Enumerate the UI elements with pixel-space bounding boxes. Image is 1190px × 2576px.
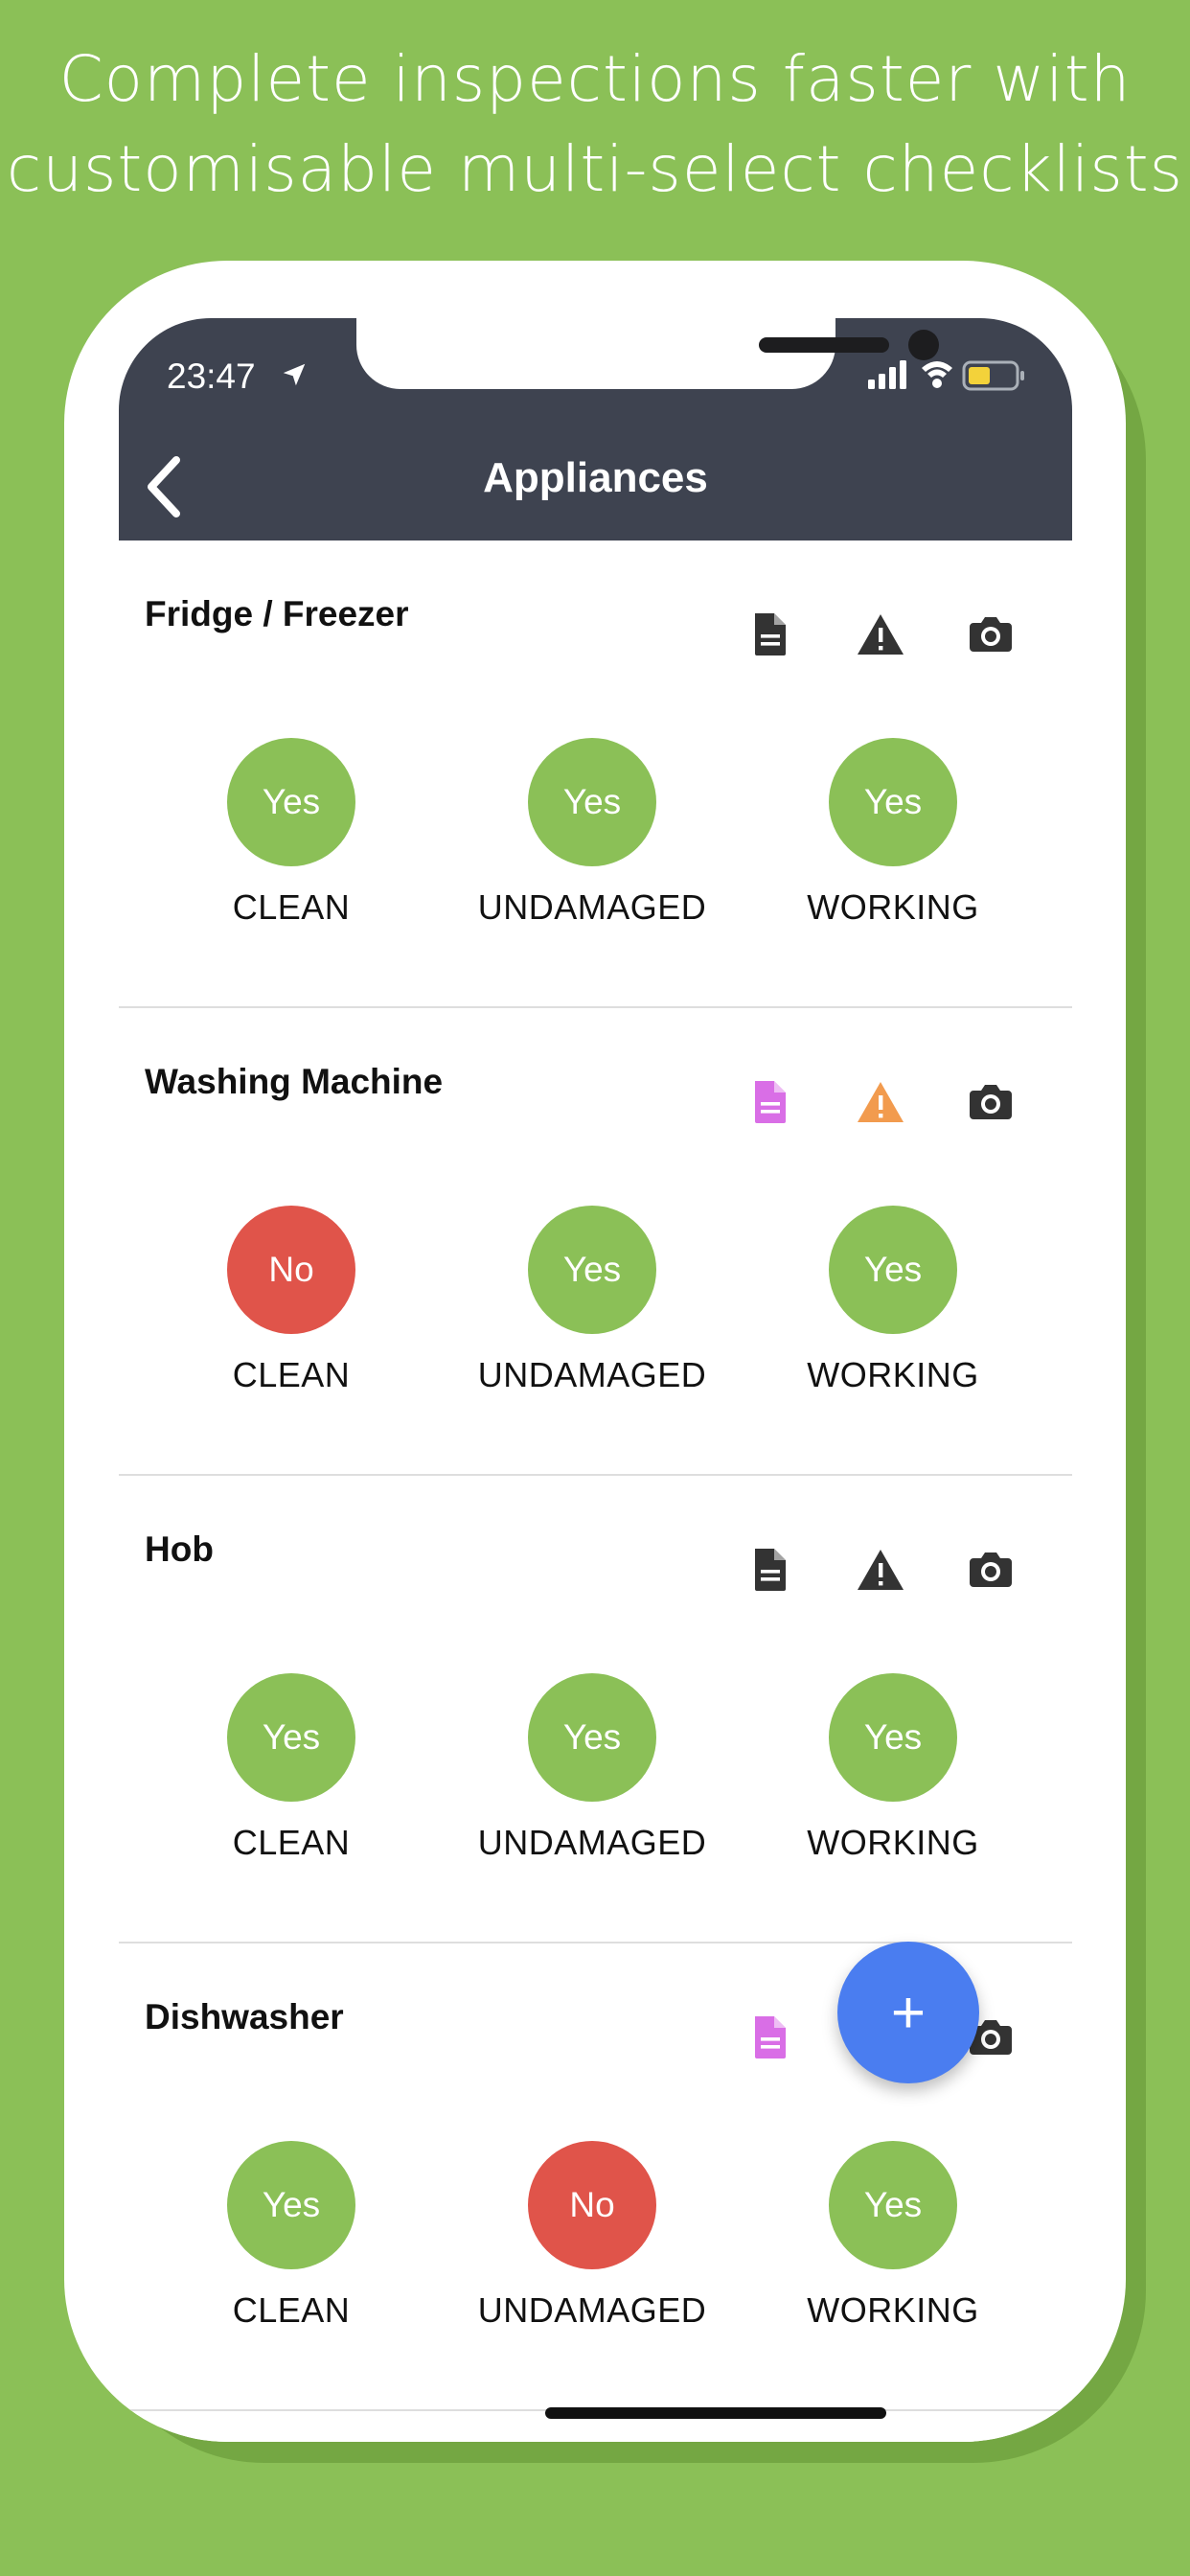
photo-button[interactable] xyxy=(962,606,1019,663)
note-button[interactable] xyxy=(742,2009,799,2066)
headline-line-2: customisable multi-select checklists xyxy=(6,132,1184,206)
camera-icon xyxy=(970,617,1012,652)
check-label: WORKING xyxy=(807,2290,979,2330)
checklist-card: Washing Machine No CLEAN Yes UNDAMAGED Y… xyxy=(119,1008,1072,1476)
wifi-icon xyxy=(922,361,952,388)
speaker-grille xyxy=(759,337,889,353)
item-title: Fridge / Freezer xyxy=(145,594,409,633)
home-indicator xyxy=(545,2407,886,2419)
warning-button[interactable] xyxy=(852,606,909,663)
check-option: Yes UNDAMAGED xyxy=(448,1673,736,1863)
photo-button[interactable] xyxy=(962,1541,1019,1598)
check-label: CLEAN xyxy=(232,887,351,927)
document-icon xyxy=(755,1549,786,1591)
note-button[interactable] xyxy=(742,1541,799,1598)
battery-icon xyxy=(962,360,1024,391)
warning-button[interactable] xyxy=(852,1073,909,1131)
checklist-card: Fridge / Freezer Yes CLEAN Yes UNDAMAGED… xyxy=(119,540,1072,1008)
navigation-bar: 23:47 Appliances xyxy=(119,318,1072,540)
yes-toggle[interactable]: Yes xyxy=(227,1673,355,1802)
check-label: CLEAN xyxy=(232,2290,351,2330)
add-item-button[interactable]: + xyxy=(837,1942,979,2083)
item-title: Washing Machine xyxy=(145,1062,444,1101)
photo-button[interactable] xyxy=(962,1073,1019,1131)
yes-toggle[interactable]: Yes xyxy=(227,738,355,866)
note-button[interactable] xyxy=(742,606,799,663)
check-option: Yes WORKING xyxy=(749,1206,1037,1395)
yes-toggle[interactable]: Yes xyxy=(227,2141,355,2269)
document-icon xyxy=(755,1081,786,1123)
check-option: No UNDAMAGED xyxy=(448,2141,736,2331)
check-option: Yes CLEAN xyxy=(148,1673,435,1863)
check-option: Yes WORKING xyxy=(749,2141,1037,2331)
no-toggle[interactable]: No xyxy=(227,1206,355,1334)
yes-toggle[interactable]: Yes xyxy=(829,2141,957,2269)
phone-frame: 23:47 Appliances Fridge / Freezer Yes CL… xyxy=(64,261,1126,2442)
device-notch xyxy=(356,318,939,389)
check-label: CLEAN xyxy=(232,1823,351,1862)
check-label: WORKING xyxy=(807,887,979,927)
yes-toggle[interactable]: Yes xyxy=(829,1673,957,1802)
checklist: Fridge / Freezer Yes CLEAN Yes UNDAMAGED… xyxy=(119,540,1072,2411)
app-screen: 23:47 Appliances Fridge / Freezer Yes CL… xyxy=(119,318,1072,2442)
check-option: Yes UNDAMAGED xyxy=(448,1206,736,1395)
yes-toggle[interactable]: Yes xyxy=(829,1206,957,1334)
no-toggle[interactable]: No xyxy=(528,2141,656,2269)
yes-toggle[interactable]: Yes xyxy=(528,738,656,866)
check-option: Yes WORKING xyxy=(749,1673,1037,1863)
item-title: Hob xyxy=(145,1530,214,1569)
check-label: WORKING xyxy=(807,1823,979,1862)
yes-toggle[interactable]: Yes xyxy=(528,1673,656,1802)
headline: Complete inspections faster with customi… xyxy=(0,34,1190,215)
check-label: UNDAMAGED xyxy=(477,887,707,927)
warning-icon xyxy=(858,614,904,655)
check-label: UNDAMAGED xyxy=(477,1823,707,1862)
camera-icon xyxy=(970,1085,1012,1119)
item-title: Dishwasher xyxy=(145,1997,344,2036)
document-icon xyxy=(755,613,786,656)
check-label: WORKING xyxy=(807,1355,979,1394)
document-icon xyxy=(755,2016,786,2058)
warning-icon xyxy=(858,1550,904,1590)
checklist-card: Hob Yes CLEAN Yes UNDAMAGED Yes WORKING xyxy=(119,1476,1072,1944)
check-label: CLEAN xyxy=(232,1355,351,1394)
signal-icon xyxy=(868,360,906,389)
camera-icon xyxy=(970,1552,1012,1587)
page-title: Appliances xyxy=(483,454,708,501)
location-arrow-icon xyxy=(283,363,306,386)
check-option: Yes WORKING xyxy=(749,738,1037,928)
check-label: UNDAMAGED xyxy=(477,1355,707,1394)
status-indicators xyxy=(868,360,1024,391)
headline-line-1: Complete inspections faster with xyxy=(58,42,1132,116)
yes-toggle[interactable]: Yes xyxy=(829,738,957,866)
check-option: Yes UNDAMAGED xyxy=(448,738,736,928)
status-time: 23:47 xyxy=(167,356,256,396)
check-option: Yes CLEAN xyxy=(148,738,435,928)
check-option: Yes CLEAN xyxy=(148,2141,435,2331)
check-option: No CLEAN xyxy=(148,1206,435,1395)
yes-toggle[interactable]: Yes xyxy=(528,1206,656,1334)
warning-icon xyxy=(858,1082,904,1122)
check-label: UNDAMAGED xyxy=(477,2290,707,2330)
note-button[interactable] xyxy=(742,1073,799,1131)
warning-button[interactable] xyxy=(852,1541,909,1598)
